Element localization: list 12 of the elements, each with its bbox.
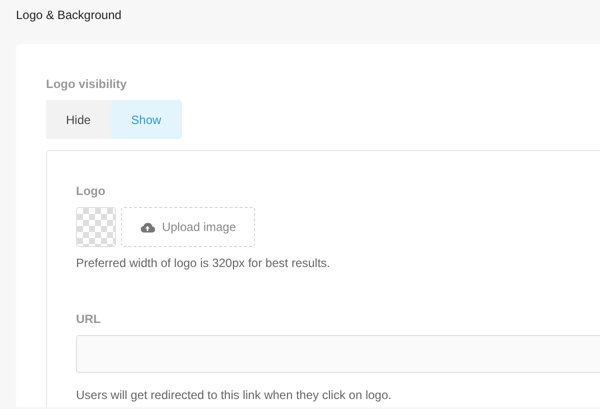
upload-image-button[interactable]: Upload image (121, 207, 255, 247)
field-label: Logo (76, 184, 106, 198)
field-label: URL (76, 312, 102, 326)
section-title: Logo & Background (15, 7, 122, 24)
field-label: Logo visibility (46, 77, 128, 91)
cloud-upload-icon (140, 222, 155, 232)
visibility-option[interactable]: Hide (46, 100, 111, 139)
url-input[interactable] (76, 335, 600, 373)
hint-text: Users will get redirected to this link when they click on logo. (76, 388, 392, 402)
visibility-option[interactable]: Show (110, 100, 182, 139)
hint-text: Preferred width of logo is 320px for best results. (76, 256, 332, 270)
logo-preview-icon (76, 207, 116, 247)
